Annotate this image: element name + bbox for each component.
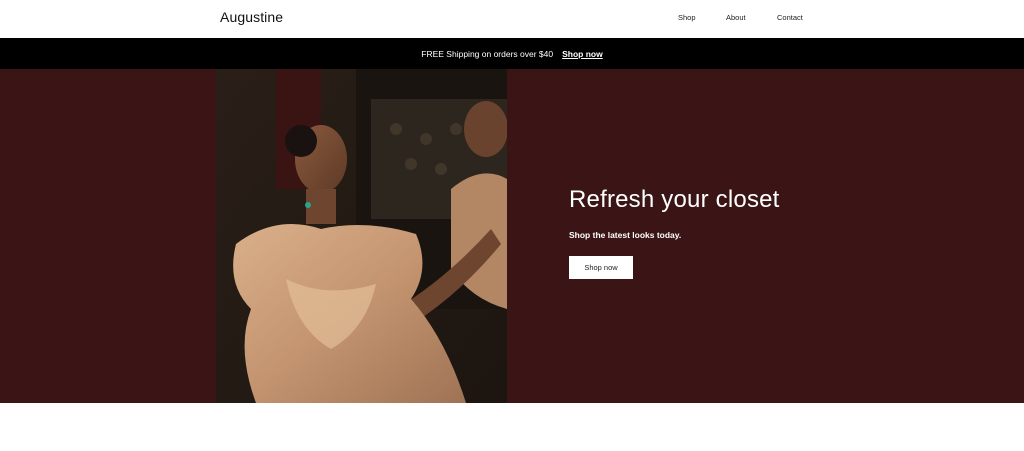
announcement-bar: FREE Shipping on orders over $40 Shop no… (0, 38, 1024, 69)
announcement-text: FREE Shipping on orders over $40 (421, 48, 554, 59)
hero-subtitle: Shop the latest looks today. (569, 230, 682, 240)
nav-link-contact[interactable]: Contact (777, 13, 803, 22)
site-logo[interactable]: Augustine (220, 9, 283, 25)
nav-link-about[interactable]: About (726, 13, 746, 22)
hero-title: Refresh your closet (569, 186, 780, 213)
page-body (0, 403, 1024, 451)
announcement-shop-link[interactable]: Shop now (562, 49, 603, 59)
hero-image (216, 69, 507, 403)
hero-shop-now-button[interactable]: Shop now (569, 256, 633, 279)
nav-link-shop[interactable]: Shop (678, 13, 696, 22)
hero-section: Refresh your closet Shop the latest look… (0, 69, 1024, 403)
site-header: Augustine Shop About Contact (0, 0, 1024, 38)
